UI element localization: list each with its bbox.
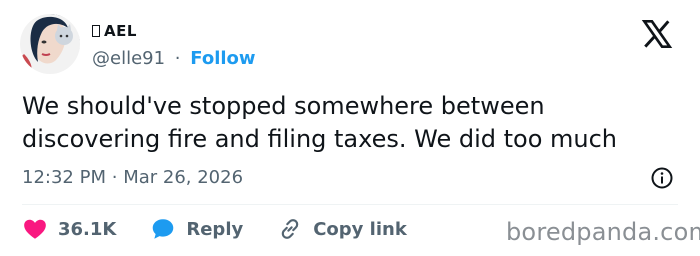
tweet-card: AEL @elle91 · Follow We should've stoppe…	[0, 0, 700, 256]
reply-button[interactable]: Reply	[150, 216, 243, 242]
display-name[interactable]: AEL	[92, 22, 137, 40]
display-name-text: AEL	[104, 22, 137, 40]
info-icon[interactable]	[650, 166, 674, 190]
unknown-glyph-icon	[92, 25, 100, 37]
copy-link-button[interactable]: Copy link	[277, 216, 407, 242]
reply-label: Reply	[186, 218, 244, 240]
link-icon	[281, 219, 299, 239]
tweet-date: Mar 26, 2026	[123, 167, 244, 188]
tweet-text: We should've stopped somewhere between d…	[22, 92, 618, 153]
avatar-image	[20, 14, 80, 74]
heart-icon	[24, 219, 46, 239]
timestamp[interactable]: 12:32 PM · Mar 26, 2026	[22, 167, 243, 188]
action-bar: 36.1K Reply Copy link	[22, 216, 441, 242]
x-logo-icon[interactable]	[640, 18, 674, 50]
watermark: boredpanda.com	[506, 218, 700, 246]
like-count: 36.1K	[58, 218, 117, 240]
timestamp-separator: ·	[111, 167, 118, 188]
handle-row: @elle91 · Follow	[92, 48, 256, 69]
divider	[22, 204, 678, 205]
reply-bubble-icon	[153, 219, 174, 239]
avatar[interactable]	[20, 14, 80, 74]
handle-separator: ·	[174, 48, 181, 69]
user-handle[interactable]: @elle91	[92, 48, 165, 69]
tweet-time: 12:32 PM	[22, 167, 106, 188]
copy-link-label: Copy link	[313, 218, 407, 240]
follow-button[interactable]: Follow	[190, 48, 255, 69]
like-button[interactable]: 36.1K	[22, 216, 116, 242]
